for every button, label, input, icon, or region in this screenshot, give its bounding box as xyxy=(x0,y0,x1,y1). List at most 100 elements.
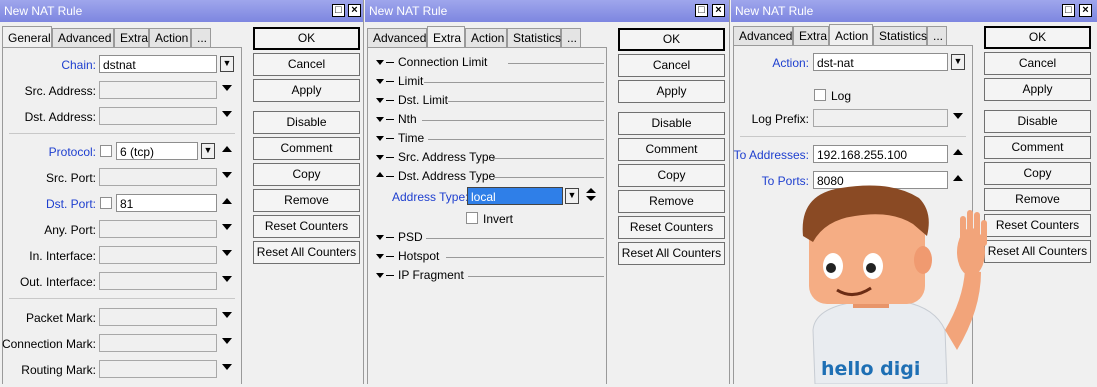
close-icon[interactable]: × xyxy=(712,4,725,17)
section-hotspot[interactable]: Hotspot xyxy=(376,249,604,265)
tab-action[interactable]: Action xyxy=(149,28,191,47)
tab-more[interactable]: ... xyxy=(191,28,211,47)
expand-down-icon[interactable] xyxy=(222,250,232,256)
copy-button[interactable]: Copy xyxy=(618,164,725,187)
close-icon[interactable]: × xyxy=(348,4,361,17)
reset-counters-button[interactable]: Reset Counters xyxy=(984,214,1091,237)
copy-button[interactable]: Copy xyxy=(984,162,1091,185)
disable-button[interactable]: Disable xyxy=(253,111,360,134)
any-port-field[interactable] xyxy=(99,220,217,238)
address-type-select[interactable]: local xyxy=(467,187,563,205)
expand-down-icon[interactable] xyxy=(586,196,596,201)
chevron-down-icon[interactable]: ▼ xyxy=(220,56,234,72)
window-titlebar[interactable]: New NAT Rule □ × xyxy=(731,0,1097,22)
close-icon[interactable]: × xyxy=(1079,4,1092,17)
src-port-field[interactable] xyxy=(99,168,217,186)
comment-button[interactable]: Comment xyxy=(984,136,1091,159)
section-limit[interactable]: Limit xyxy=(376,74,604,90)
ok-button[interactable]: OK xyxy=(984,26,1091,49)
apply-button[interactable]: Apply xyxy=(253,79,360,102)
expand-down-icon[interactable] xyxy=(222,338,232,344)
apply-button[interactable]: Apply xyxy=(984,78,1091,101)
section-ip-fragment[interactable]: IP Fragment xyxy=(376,268,604,284)
tab-general[interactable]: General xyxy=(2,26,52,48)
reset-counters-button[interactable]: Reset Counters xyxy=(618,216,725,239)
remove-button[interactable]: Remove xyxy=(618,190,725,213)
maximize-icon[interactable]: □ xyxy=(332,4,345,17)
remove-button[interactable]: Remove xyxy=(984,188,1091,211)
dst-address-field[interactable] xyxy=(99,107,217,125)
tab-more[interactable]: ... xyxy=(927,26,947,45)
tab-more[interactable]: ... xyxy=(561,28,581,47)
expand-down-icon[interactable] xyxy=(222,276,232,282)
invert-checkbox[interactable] xyxy=(466,212,478,224)
disable-button[interactable]: Disable xyxy=(984,110,1091,133)
section-src-address-type[interactable]: Src. Address Type xyxy=(376,150,604,166)
dst-port-field[interactable]: 81 xyxy=(116,194,217,212)
cancel-button[interactable]: Cancel xyxy=(984,52,1091,75)
collapse-up-icon[interactable] xyxy=(953,149,963,155)
comment-button[interactable]: Comment xyxy=(618,138,725,161)
expand-down-icon[interactable] xyxy=(222,172,232,178)
section-time[interactable]: Time xyxy=(376,131,604,147)
disable-button[interactable]: Disable xyxy=(618,112,725,135)
expand-down-icon[interactable] xyxy=(222,224,232,230)
action-select[interactable]: dst-nat xyxy=(813,53,948,71)
maximize-icon[interactable]: □ xyxy=(1062,4,1075,17)
ok-button[interactable]: OK xyxy=(618,28,725,51)
expand-down-icon[interactable] xyxy=(222,312,232,318)
chevron-down-icon[interactable]: ▼ xyxy=(951,54,965,70)
section-connection-limit[interactable]: Connection Limit xyxy=(376,55,604,71)
remove-button[interactable]: Remove xyxy=(253,189,360,212)
reset-all-counters-button[interactable]: Reset All Counters xyxy=(984,240,1091,263)
cancel-button[interactable]: Cancel xyxy=(253,53,360,76)
comment-button[interactable]: Comment xyxy=(253,137,360,160)
collapse-up-icon[interactable] xyxy=(222,146,232,152)
cancel-button[interactable]: Cancel xyxy=(618,54,725,77)
chain-select[interactable]: dstnat xyxy=(99,55,217,73)
section-dst-limit[interactable]: Dst. Limit xyxy=(376,93,604,109)
in-interface-field[interactable] xyxy=(99,246,217,264)
chevron-down-icon[interactable]: ▼ xyxy=(201,143,215,159)
reset-all-counters-button[interactable]: Reset All Counters xyxy=(618,242,725,265)
reset-all-counters-button[interactable]: Reset All Counters xyxy=(253,241,360,264)
window-titlebar[interactable]: New NAT Rule □ × xyxy=(365,0,729,22)
collapse-up-icon[interactable] xyxy=(586,188,596,193)
dst-port-invert-checkbox[interactable] xyxy=(100,197,112,209)
tab-advanced[interactable]: Advanced xyxy=(52,28,114,47)
tab-statistics[interactable]: Statistics xyxy=(873,26,927,45)
tab-action[interactable]: Action xyxy=(829,24,873,46)
log-prefix-field[interactable] xyxy=(813,109,948,127)
copy-button[interactable]: Copy xyxy=(253,163,360,186)
ok-button[interactable]: OK xyxy=(253,27,360,50)
protocol-select[interactable]: 6 (tcp) xyxy=(116,142,198,160)
tab-extra[interactable]: Extra xyxy=(793,26,829,45)
section-psd[interactable]: PSD xyxy=(376,230,604,246)
routing-mark-field[interactable] xyxy=(99,360,217,378)
expand-down-icon[interactable] xyxy=(222,111,232,117)
to-addresses-field[interactable]: 192.168.255.100 xyxy=(813,145,948,163)
section-dst-address-type[interactable]: Dst. Address Type xyxy=(376,169,604,185)
collapse-up-icon[interactable] xyxy=(222,198,232,204)
section-nth[interactable]: Nth xyxy=(376,112,604,128)
tab-statistics[interactable]: Statistics xyxy=(507,28,561,47)
reset-counters-button[interactable]: Reset Counters xyxy=(253,215,360,238)
tab-advanced[interactable]: Advanced xyxy=(733,26,793,45)
apply-button[interactable]: Apply xyxy=(618,80,725,103)
tab-action[interactable]: Action xyxy=(465,28,507,47)
tab-extra[interactable]: Extra xyxy=(427,26,465,48)
tab-extra[interactable]: Extra xyxy=(114,28,149,47)
protocol-invert-checkbox[interactable] xyxy=(100,145,112,157)
chevron-down-icon[interactable]: ▼ xyxy=(565,188,579,204)
tab-advanced[interactable]: Advanced xyxy=(367,28,427,47)
src-address-field[interactable] xyxy=(99,81,217,99)
window-titlebar[interactable]: New NAT Rule □ × xyxy=(0,0,363,22)
connection-mark-field[interactable] xyxy=(99,334,217,352)
packet-mark-field[interactable] xyxy=(99,308,217,326)
expand-down-icon[interactable] xyxy=(222,364,232,370)
expand-down-icon[interactable] xyxy=(222,85,232,91)
maximize-icon[interactable]: □ xyxy=(695,4,708,17)
out-interface-field[interactable] xyxy=(99,272,217,290)
expand-down-icon[interactable] xyxy=(953,113,963,119)
log-checkbox[interactable] xyxy=(814,89,826,101)
